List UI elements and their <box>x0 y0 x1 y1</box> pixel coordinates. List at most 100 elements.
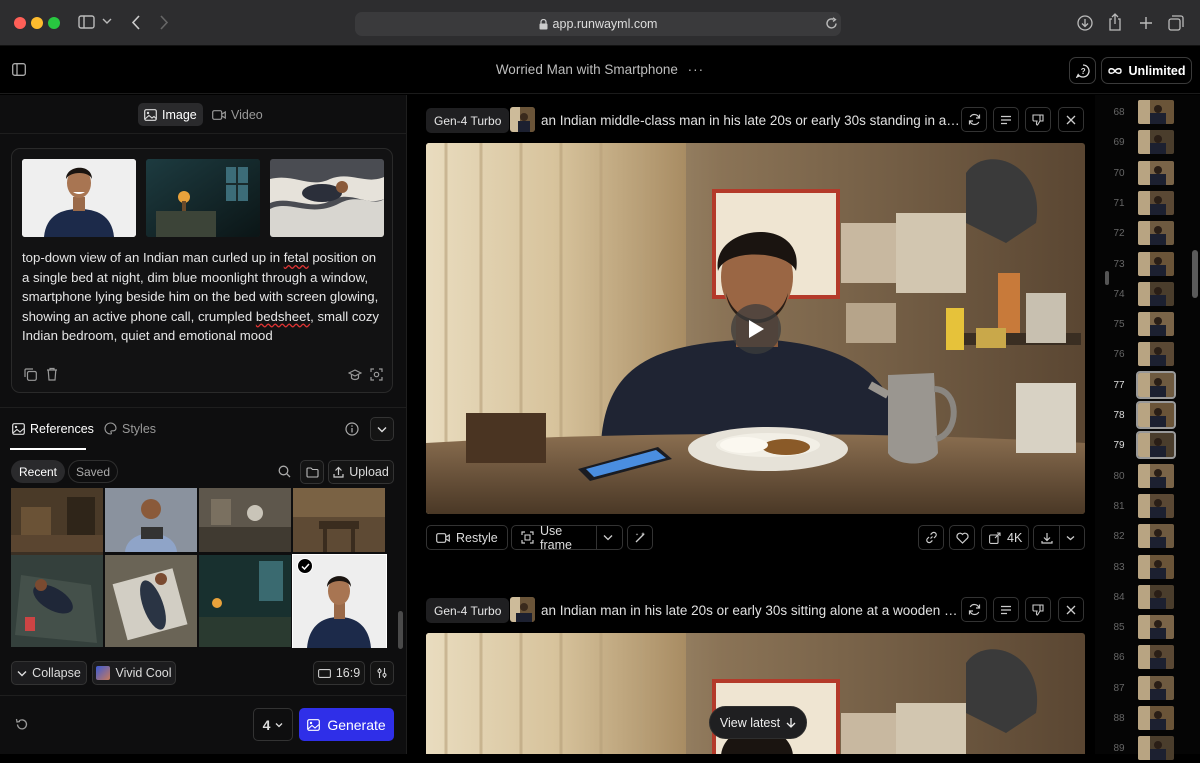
favorite-button[interactable] <box>949 525 975 550</box>
copy-icon[interactable] <box>24 368 37 381</box>
tab-references[interactable]: References <box>6 417 100 440</box>
close-window-button[interactable] <box>14 17 26 29</box>
strip-item[interactable]: 70 <box>1095 158 1200 188</box>
hat-icon[interactable] <box>348 369 362 381</box>
reference-image-room[interactable] <box>146 159 260 237</box>
generation-thumbnail[interactable] <box>510 597 535 622</box>
reference-image-bed[interactable] <box>270 159 384 237</box>
trash-icon[interactable] <box>46 367 58 381</box>
close-button[interactable] <box>1058 107 1084 132</box>
restyle-button[interactable]: Restyle <box>426 525 508 550</box>
strip-item[interactable]: 74 <box>1095 279 1200 309</box>
tab-styles[interactable]: Styles <box>98 417 162 440</box>
adjust-button[interactable] <box>370 661 394 685</box>
strip-item[interactable]: 80 <box>1095 461 1200 491</box>
chat-button[interactable]: ? <box>1069 57 1096 84</box>
strip-item[interactable]: 88 <box>1095 703 1200 733</box>
address-bar[interactable]: app.runwayml.com <box>355 12 841 36</box>
generate-button[interactable]: Generate <box>299 708 394 741</box>
download-icon[interactable] <box>1077 15 1093 31</box>
page-title[interactable]: Worried Man with Smartphone ··· <box>0 62 1200 77</box>
reference-thumbnail[interactable] <box>11 555 103 647</box>
strip-item[interactable]: 69 <box>1095 127 1200 157</box>
scan-icon[interactable] <box>370 368 383 381</box>
strip-item[interactable]: 71 <box>1095 188 1200 218</box>
tabs-icon[interactable] <box>1168 15 1184 31</box>
strip-item[interactable]: 82 <box>1095 521 1200 551</box>
close-button[interactable] <box>1058 597 1084 622</box>
search-icon[interactable] <box>278 465 291 478</box>
chevron-down-icon[interactable] <box>102 17 112 25</box>
forward-icon[interactable] <box>159 15 169 30</box>
strip-item-thumbnail <box>1138 312 1174 337</box>
strip-item[interactable]: 79 <box>1095 430 1200 460</box>
strip-item[interactable]: 76 <box>1095 339 1200 369</box>
more-options-icon[interactable]: ··· <box>688 62 705 77</box>
reload-icon[interactable] <box>825 17 838 30</box>
share-icon[interactable] <box>1108 13 1122 31</box>
details-button[interactable] <box>993 107 1019 132</box>
details-button[interactable] <box>993 597 1019 622</box>
filter-saved[interactable]: Saved <box>68 460 118 483</box>
dislike-button[interactable] <box>1025 597 1051 622</box>
dislike-button[interactable] <box>1025 107 1051 132</box>
link-button[interactable] <box>918 525 944 550</box>
generation-thumbnail[interactable] <box>510 107 535 132</box>
undo-icon[interactable] <box>15 718 28 731</box>
info-icon[interactable] <box>345 422 359 436</box>
aspect-ratio-button[interactable]: 16:9 <box>313 661 365 685</box>
reference-image-portrait[interactable] <box>22 159 136 237</box>
strip-item-thumbnail <box>1138 160 1174 185</box>
strip-item[interactable]: 85 <box>1095 612 1200 642</box>
generation-prompt[interactable]: an Indian middle-class man in his late 2… <box>541 113 961 128</box>
play-button[interactable] <box>731 304 781 354</box>
strip-item[interactable]: 87 <box>1095 673 1200 703</box>
strip-item[interactable]: 77 <box>1095 370 1200 400</box>
strip-item[interactable]: 75 <box>1095 309 1200 339</box>
strip-item[interactable]: 81 <box>1095 491 1200 521</box>
reference-thumbnail[interactable] <box>199 488 291 552</box>
style-button[interactable]: Vivid Cool <box>92 661 176 685</box>
scrollbar[interactable] <box>398 611 403 649</box>
prompt-text[interactable]: top-down view of an Indian man curled up… <box>22 248 387 346</box>
upload-button[interactable]: Upload <box>328 460 394 484</box>
back-icon[interactable] <box>131 15 141 30</box>
plus-icon[interactable] <box>1139 16 1153 30</box>
strip-item[interactable]: 86 <box>1095 642 1200 672</box>
generation-prompt[interactable]: an Indian man in his late 20s or early 3… <box>541 603 961 618</box>
collapse-button[interactable]: Collapse <box>11 661 87 685</box>
strip-item[interactable]: 84 <box>1095 582 1200 612</box>
reference-thumbnail[interactable] <box>105 555 197 647</box>
strip-item[interactable]: 78 <box>1095 400 1200 430</box>
download-button[interactable] <box>1033 525 1085 550</box>
use-frame-button[interactable]: Use frame <box>511 524 623 552</box>
tab-image[interactable]: Image <box>138 103 203 126</box>
maximize-window-button[interactable] <box>48 17 60 29</box>
prompt-box[interactable]: top-down view of an Indian man curled up… <box>11 148 393 393</box>
chevron-down-icon <box>1066 535 1075 541</box>
minimize-window-button[interactable] <box>31 17 43 29</box>
strip-handle[interactable] <box>1105 271 1109 285</box>
refresh-button[interactable] <box>961 107 987 132</box>
reference-thumbnail[interactable] <box>105 488 197 552</box>
expand-button[interactable] <box>370 417 394 441</box>
strip-item[interactable]: 73 <box>1095 249 1200 279</box>
reference-thumbnail[interactable] <box>199 555 291 647</box>
tab-video[interactable]: Video <box>206 103 269 126</box>
upscale-4k-button[interactable]: 4K <box>981 525 1029 550</box>
strip-item[interactable]: 72 <box>1095 218 1200 248</box>
view-latest-button[interactable]: View latest <box>709 706 807 739</box>
refresh-button[interactable] <box>961 597 987 622</box>
strip-item[interactable]: 83 <box>1095 552 1200 582</box>
sidebar-toggle-icon[interactable] <box>78 15 95 29</box>
plan-button[interactable]: Unlimited <box>1101 57 1192 84</box>
folder-button[interactable] <box>300 460 324 484</box>
scrollbar[interactable] <box>1192 250 1198 298</box>
generated-video[interactable] <box>426 143 1085 514</box>
magic-wand-button[interactable] <box>627 525 653 550</box>
count-select[interactable]: 4 <box>253 708 293 741</box>
filter-recent[interactable]: Recent <box>11 460 65 483</box>
strip-item[interactable]: 68 <box>1095 97 1200 127</box>
reference-thumbnail[interactable] <box>293 488 385 552</box>
strip-item[interactable]: 89 <box>1095 733 1200 763</box>
